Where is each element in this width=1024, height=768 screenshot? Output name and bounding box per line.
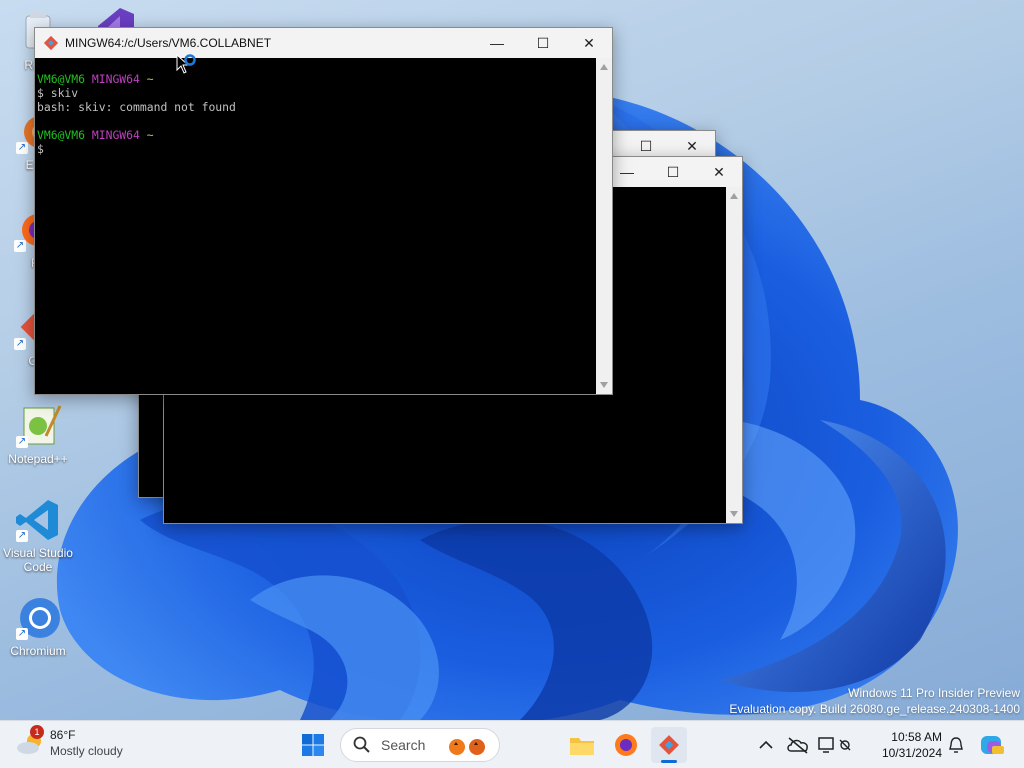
start-button[interactable] (295, 727, 331, 763)
taskbar: 1 86°F Mostly cloudy Search 10:58 AM 10/… (0, 720, 1024, 768)
desktop-icon-label: Visual Studio Code (3, 546, 73, 574)
network-icon (818, 737, 834, 753)
close-button[interactable]: ✕ (696, 157, 742, 187)
folder-icon (570, 738, 594, 755)
search-icon (353, 736, 370, 753)
windows-watermark: Windows 11 Pro Insider Preview Evaluatio… (729, 685, 1020, 717)
desktop-icon-chromium[interactable]: ↗ Chromium (0, 594, 76, 658)
clock[interactable]: 10:58 AM 10/31/2024 (860, 729, 942, 761)
network-volume-button[interactable] (812, 727, 858, 763)
scroll-down-arrow-icon[interactable] (730, 511, 738, 517)
search-placeholder: Search (381, 737, 426, 753)
mouse-cursor-icon (176, 54, 196, 74)
taskbar-search[interactable]: Search (340, 728, 500, 762)
maximize-button[interactable]: ☐ (650, 157, 696, 187)
notifications-button[interactable] (938, 727, 974, 763)
halloween-pumpkin-icon (449, 739, 485, 755)
command-line: $ (37, 142, 44, 156)
scrollbar[interactable] (596, 58, 612, 394)
terminal-area[interactable]: VM6@VM6 MINGW64 ~ $ skiv bash: skiv: com… (35, 58, 596, 394)
command-output: bash: skiv: command not found (37, 100, 236, 114)
scroll-up-arrow-icon[interactable] (730, 193, 738, 199)
command-line: $ skiv (37, 86, 79, 100)
prompt-host: MINGW64 (91, 128, 140, 142)
windows-logo-icon (302, 734, 324, 756)
scrollbar[interactable] (726, 187, 742, 523)
clock-date: 10/31/2024 (881, 746, 942, 760)
prompt-host: MINGW64 (91, 72, 140, 86)
window-title: MINGW64:/c/Users/VM6.COLLABNET (65, 36, 272, 50)
desktop-icon-vscode[interactable]: ↗ Visual Studio Code (0, 496, 76, 574)
prompt-path: ~ (146, 72, 154, 86)
firefox-icon (615, 734, 637, 756)
show-hidden-icons-button[interactable] (748, 727, 784, 763)
clock-time: 10:58 AM (891, 730, 942, 744)
volume-muted-icon (839, 739, 851, 751)
git-bash-taskbar-button[interactable] (651, 727, 687, 763)
desktop-icon-label: Notepad++ (8, 452, 68, 466)
onedrive-button[interactable] (780, 727, 816, 763)
desktop-icon-label: Chromium (10, 644, 66, 658)
copilot-icon (981, 736, 1004, 754)
minimize-button[interactable]: — (474, 28, 520, 58)
active-indicator (661, 760, 677, 763)
prompt-path: ~ (146, 128, 154, 142)
copilot-button[interactable] (974, 727, 1010, 763)
terminal-window-main[interactable]: MINGW64:/c/Users/VM6.COLLABNET — ☐ ✕ VM6… (34, 27, 613, 395)
close-button[interactable]: ✕ (566, 28, 612, 58)
weather-condition: Mostly cloudy (50, 744, 123, 758)
chevron-up-icon (759, 740, 773, 749)
terminal-output: VM6@VM6 MINGW64 ~ $ skiv bash: skiv: com… (37, 72, 236, 156)
maximize-button[interactable]: ☐ (520, 28, 566, 58)
firefox-taskbar-button[interactable] (608, 727, 644, 763)
scroll-up-arrow-icon[interactable] (600, 64, 608, 70)
chromium-icon: ↗ (14, 594, 62, 642)
cloud-offline-icon (787, 737, 808, 754)
bell-icon (949, 737, 963, 753)
weather-widget[interactable]: 1 86°F Mostly cloudy (16, 725, 123, 759)
weather-temp: 86°F (50, 728, 76, 742)
title-bar[interactable]: MINGW64:/c/Users/VM6.COLLABNET — ☐ ✕ (35, 28, 612, 58)
desktop: Recy ↗ Ever ↗ Fi ↗ Git ↗ Notepad++ (0, 0, 1024, 720)
watermark-line2: Evaluation copy. Build 26080.ge_release.… (729, 702, 1020, 716)
notepadpp-icon: ↗ (14, 402, 62, 450)
desktop-icon-notepadpp[interactable]: ↗ Notepad++ (0, 402, 76, 466)
git-bash-icon (43, 35, 59, 51)
git-bash-icon (659, 735, 679, 755)
prompt-user: VM6@VM6 (37, 72, 86, 86)
file-explorer-button[interactable] (564, 727, 600, 763)
vscode-icon: ↗ (14, 496, 62, 544)
weather-badge: 1 (30, 725, 44, 739)
watermark-line1: Windows 11 Pro Insider Preview (848, 686, 1020, 700)
scroll-down-arrow-icon[interactable] (600, 382, 608, 388)
prompt-user: VM6@VM6 (37, 128, 86, 142)
